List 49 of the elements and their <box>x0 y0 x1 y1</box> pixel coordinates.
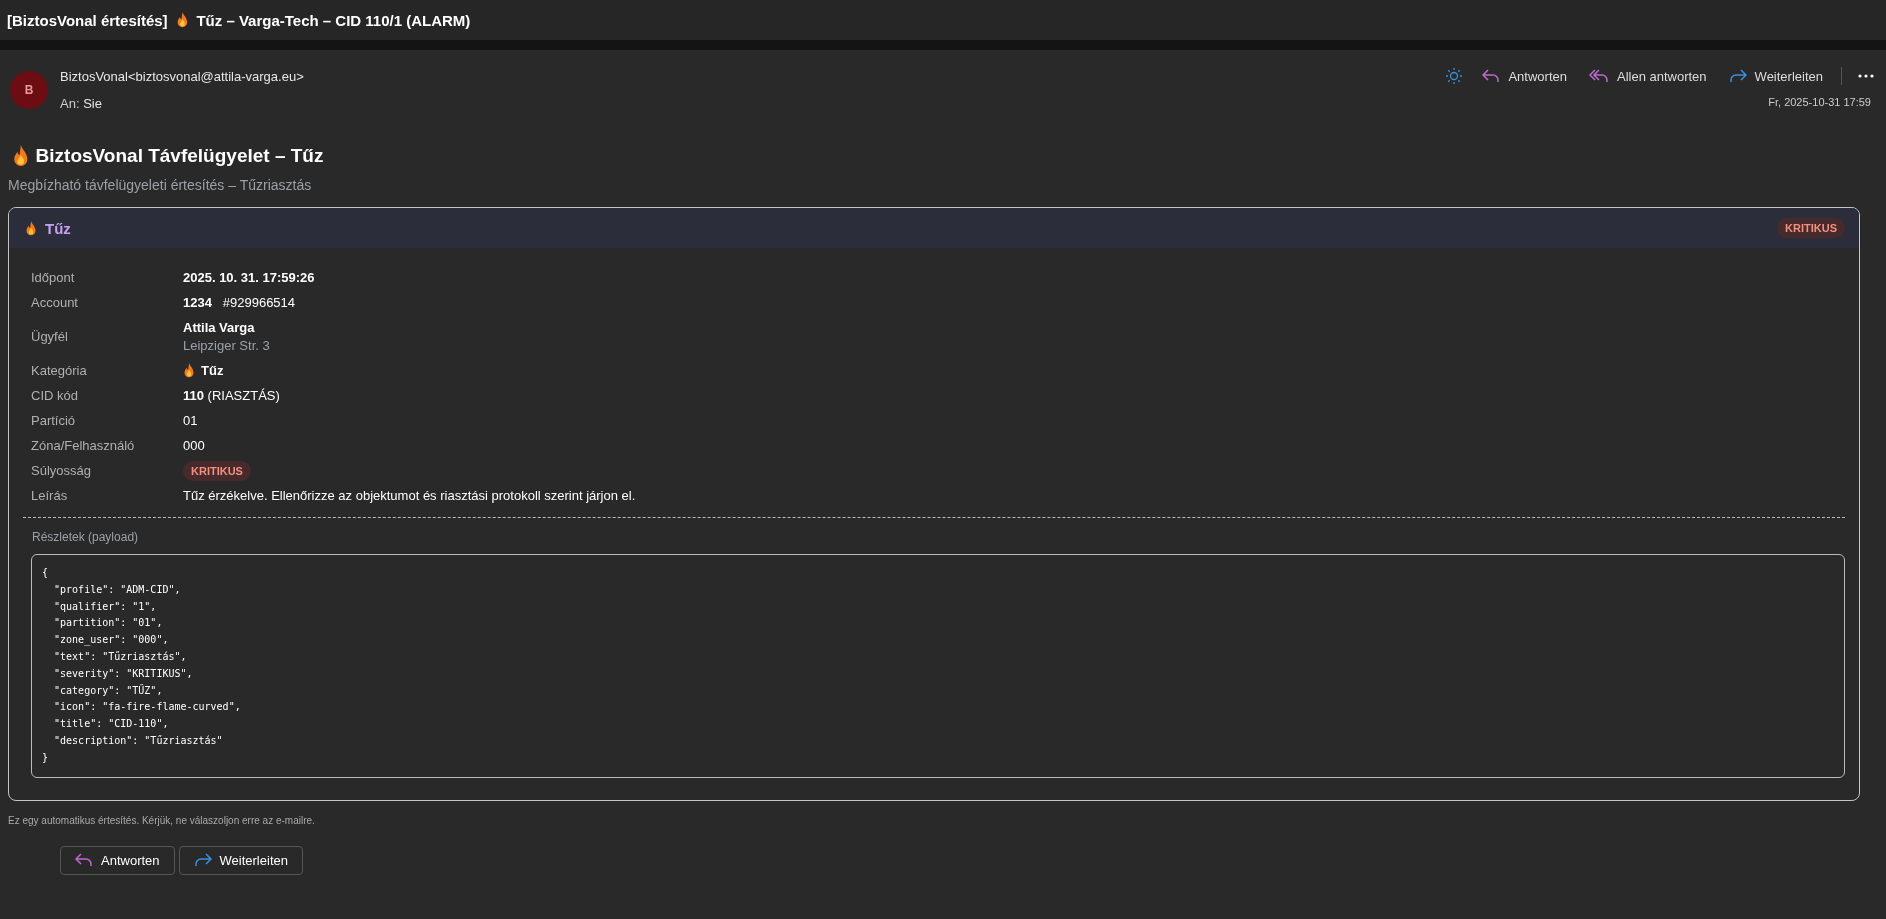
severity-badge: KRITIKUS <box>1777 218 1845 238</box>
more-icon[interactable] <box>1856 72 1876 80</box>
sender: BiztosVonal<biztosvonal@attila-varga.eu> <box>60 69 304 84</box>
payload-label: Részletek (payload) <box>32 530 140 544</box>
field-value: 000 <box>183 438 206 453</box>
action-button[interactable]: Weiterleiten <box>1724 66 1827 86</box>
sun-icon[interactable] <box>1444 66 1465 86</box>
action-button[interactable]: Weiterleiten <box>178 845 303 875</box>
subheading: Megbízható távfelügyeleti értesítés – Tűzriasztás <box>8 177 313 193</box>
flame-icon <box>175 12 189 28</box>
code-block: { "profile": "ADM-CID", "qualifier": "1", "partition": "01", "zone_user": "000", "text": "Tűzriasztás", "severity": "KRITIKUS", "category": "TŰZ", "icon": "fa-fire-flame-curved", "title": "CID-110", "description": "Tűzriasztás" } <box>31 554 1845 778</box>
reply-icon <box>1482 69 1501 83</box>
severity-badge: KRITIKUS <box>183 461 251 481</box>
forward-icon <box>193 853 212 868</box>
action-button[interactable]: Antworten <box>1478 66 1571 86</box>
field-value: 2025. 10. 31. 17:59:26 <box>183 270 316 285</box>
flame-icon <box>25 220 37 236</box>
field-label: Súlyosság <box>30 463 92 478</box>
flame-icon <box>12 145 30 167</box>
field-label: Account <box>30 295 79 310</box>
field-value: Tűz <box>201 363 224 378</box>
reply-all-icon <box>1588 69 1609 83</box>
to-label: An: <box>60 96 80 111</box>
window-title: Tűz – Varga-Tech – CID 110/1 (ALARM) <box>196 11 471 29</box>
action-button[interactable]: Antworten <box>60 845 175 875</box>
field-value: 1234 #929966514 <box>183 295 297 310</box>
avatar: B <box>10 71 48 109</box>
field-label: Időpont <box>30 270 76 285</box>
window-title: [BiztosVonal értesítés] <box>7 11 168 29</box>
reply-icon <box>75 853 93 868</box>
field-value: 01 <box>183 413 199 428</box>
recipient: Sie <box>83 96 102 111</box>
action-button[interactable]: Allen antworten <box>1584 66 1711 86</box>
heading: BiztosVonal Távfelügyelet – Tűz <box>35 145 324 167</box>
field-label: Kategória <box>30 363 88 378</box>
card-title: Tűz <box>45 219 71 237</box>
field-value: Tűz érzékelve. Ellenőrizze az objektumot és riasztási protokoll szerint járjon el. <box>183 488 637 503</box>
field-label: Ügyfél <box>30 329 69 344</box>
field-value: 110 (RIASZTÁS) <box>183 388 281 403</box>
field-label: Partíció <box>30 413 77 428</box>
field-label: CID kód <box>30 388 79 403</box>
field-label: Leírás <box>30 488 69 503</box>
field-label: Zóna/Felhasználó <box>30 438 136 453</box>
client-name: Attila Varga <box>183 320 256 335</box>
client-address: Leipziger Str. 3 <box>183 338 271 353</box>
forward-icon <box>1728 69 1747 83</box>
flame-icon <box>183 363 195 378</box>
date: Fr, 2025-10-31 17:59 <box>1768 96 1871 108</box>
footer-note: Ez egy automatikus értesítés. Kérjük, ne válaszoljon erre az e-mailre. <box>8 814 316 826</box>
